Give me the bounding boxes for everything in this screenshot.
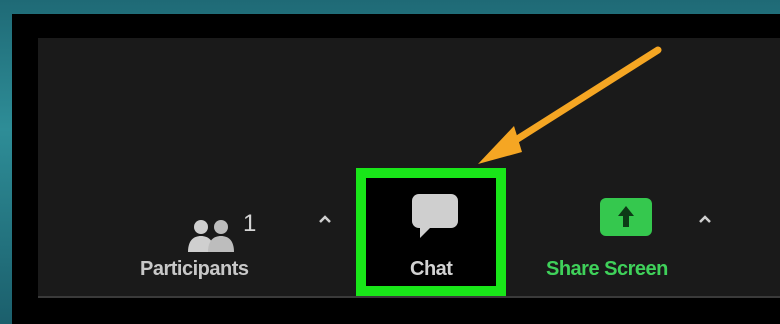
participants-caret-icon[interactable] [318,214,332,224]
share-screen-caret-icon[interactable] [698,214,712,224]
participants-label: Participants [140,258,249,280]
share-screen-icon [600,198,652,236]
participants-icon [188,220,234,252]
share-screen-label: Share Screen [546,258,668,280]
chat-label: Chat [410,258,453,280]
toolbar-divider [38,296,780,298]
chat-bubble-icon [412,194,458,238]
participants-count: 1 [243,210,257,237]
annotation-arrow-icon [478,46,662,164]
